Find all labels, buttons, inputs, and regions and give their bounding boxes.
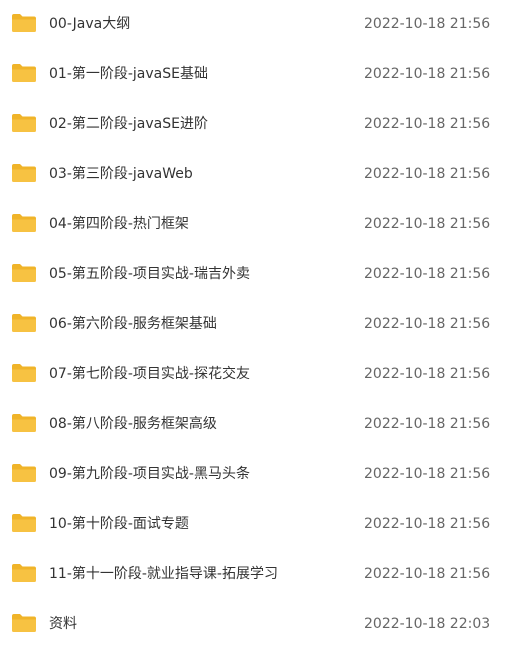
file-row[interactable]: 00-Java大纲 2022-10-18 21:56	[0, 0, 525, 50]
file-name[interactable]: 09-第九阶段-项目实战-黑马头条	[49, 465, 250, 483]
modified-date: 2022-10-18 21:56	[364, 566, 491, 582]
folder-icon	[11, 513, 37, 533]
modified-date: 2022-10-18 22:03	[364, 616, 491, 632]
file-name[interactable]: 02-第二阶段-javaSE进阶	[49, 115, 208, 133]
folder-icon	[11, 413, 37, 433]
modified-date: 2022-10-18 21:56	[364, 216, 491, 232]
file-row[interactable]: 03-第三阶段-javaWeb 2022-10-18 21:56	[0, 150, 525, 200]
folder-icon	[11, 613, 37, 633]
file-name[interactable]: 11-第十一阶段-就业指导课-拓展学习	[49, 565, 278, 583]
file-row[interactable]: 09-第九阶段-项目实战-黑马头条 2022-10-18 21:56	[0, 450, 525, 500]
folder-icon	[11, 63, 37, 83]
folder-icon	[11, 13, 37, 33]
file-name[interactable]: 04-第四阶段-热门框架	[49, 215, 189, 233]
folder-icon	[11, 463, 37, 483]
folder-icon	[11, 313, 37, 333]
modified-date: 2022-10-18 21:56	[364, 466, 491, 482]
file-row[interactable]: 10-第十阶段-面试专题 2022-10-18 21:56	[0, 500, 525, 550]
folder-icon	[11, 163, 37, 183]
folder-icon	[11, 563, 37, 583]
modified-date: 2022-10-18 21:56	[364, 316, 491, 332]
folder-icon	[11, 363, 37, 383]
file-row[interactable]: 07-第七阶段-项目实战-探花交友 2022-10-18 21:56	[0, 350, 525, 400]
folder-icon	[11, 263, 37, 283]
file-row[interactable]: 06-第六阶段-服务框架基础 2022-10-18 21:56	[0, 300, 525, 350]
file-row[interactable]: 08-第八阶段-服务框架高级 2022-10-18 21:56	[0, 400, 525, 450]
file-name[interactable]: 资料	[49, 615, 77, 633]
modified-date: 2022-10-18 21:56	[364, 266, 491, 282]
file-name[interactable]: 06-第六阶段-服务框架基础	[49, 315, 217, 333]
file-name[interactable]: 08-第八阶段-服务框架高级	[49, 415, 217, 433]
modified-date: 2022-10-18 21:56	[364, 166, 491, 182]
folder-icon	[11, 213, 37, 233]
modified-date: 2022-10-18 21:56	[364, 516, 491, 532]
file-name[interactable]: 00-Java大纲	[49, 15, 130, 33]
modified-date: 2022-10-18 21:56	[364, 16, 491, 32]
modified-date: 2022-10-18 21:56	[364, 116, 491, 132]
file-row[interactable]: 02-第二阶段-javaSE进阶 2022-10-18 21:56	[0, 100, 525, 150]
modified-date: 2022-10-18 21:56	[364, 366, 491, 382]
modified-date: 2022-10-18 21:56	[364, 66, 491, 82]
file-name[interactable]: 03-第三阶段-javaWeb	[49, 165, 193, 183]
file-name[interactable]: 05-第五阶段-项目实战-瑞吉外卖	[49, 265, 250, 283]
file-name[interactable]: 01-第一阶段-javaSE基础	[49, 65, 208, 83]
file-list: 00-Java大纲 2022-10-18 21:56 01-第一阶段-javaS…	[0, 0, 525, 639]
file-row[interactable]: 05-第五阶段-项目实战-瑞吉外卖 2022-10-18 21:56	[0, 250, 525, 300]
file-name[interactable]: 10-第十阶段-面试专题	[49, 515, 189, 533]
file-row[interactable]: 01-第一阶段-javaSE基础 2022-10-18 21:56	[0, 50, 525, 100]
file-row[interactable]: 04-第四阶段-热门框架 2022-10-18 21:56	[0, 200, 525, 250]
file-row[interactable]: 资料 2022-10-18 22:03	[0, 600, 525, 650]
folder-icon	[11, 113, 37, 133]
file-name[interactable]: 07-第七阶段-项目实战-探花交友	[49, 365, 250, 383]
file-row[interactable]: 11-第十一阶段-就业指导课-拓展学习 2022-10-18 21:56	[0, 550, 525, 600]
modified-date: 2022-10-18 21:56	[364, 416, 491, 432]
